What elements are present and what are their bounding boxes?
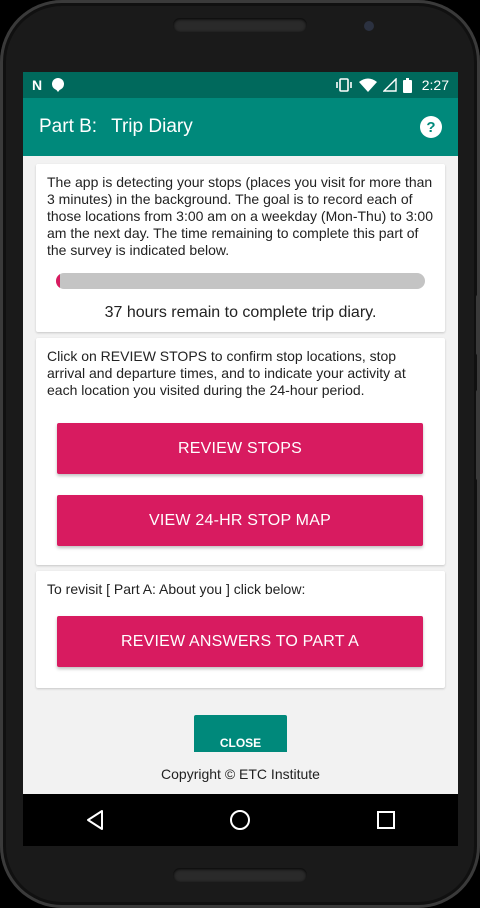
title-label: Trip Diary <box>111 116 193 137</box>
bottom-speaker <box>173 868 307 882</box>
earpiece <box>173 18 307 32</box>
screen: N 2:27 Part B: Trip Diary ? The app is d… <box>23 72 458 794</box>
part-a-card: To revisit [ Part A: About you ] click b… <box>36 571 445 688</box>
power-button <box>476 390 480 480</box>
review-stops-button[interactable]: REVIEW STOPS <box>57 423 423 474</box>
signal-icon <box>382 78 397 92</box>
trip-diary-card: The app is detecting your stops (places … <box>36 164 445 332</box>
svg-text:?: ? <box>426 119 435 136</box>
review-part-a-button[interactable]: REVIEW ANSWERS TO PART A <box>57 616 423 667</box>
view-stop-map-button[interactable]: VIEW 24-HR STOP MAP <box>57 495 423 546</box>
vibrate-icon <box>335 78 353 92</box>
close-button[interactable]: CLOSE <box>194 715 287 755</box>
front-camera <box>364 21 374 31</box>
part-label: Part B: <box>39 116 98 137</box>
help-icon[interactable]: ? <box>420 116 442 138</box>
remaining-text: 37 hours remain to complete trip diary. <box>104 304 377 321</box>
recents-icon[interactable] <box>376 810 396 830</box>
app-bar: Part B: Trip Diary ? <box>23 98 458 156</box>
stops-card: Click on REVIEW STOPS to confirm stop lo… <box>36 338 445 565</box>
page-title: Part B: Trip Diary <box>39 116 193 138</box>
progress-bar <box>56 273 425 289</box>
battery-icon <box>402 77 412 93</box>
home-icon[interactable] <box>229 809 251 831</box>
phone-frame: N 2:27 Part B: Trip Diary ? The app is d… <box>0 0 480 908</box>
diary-description: The app is detecting your stops (places … <box>47 174 433 258</box>
stops-description: Click on REVIEW STOPS to confirm stop lo… <box>47 348 406 398</box>
content: The app is detecting your stops (places … <box>23 156 458 688</box>
volume-button <box>476 295 480 355</box>
location-icon <box>51 78 65 92</box>
wifi-icon <box>358 78 377 92</box>
back-icon[interactable] <box>85 809 105 831</box>
status-bar: N 2:27 <box>23 72 458 98</box>
part-a-description: To revisit [ Part A: About you ] click b… <box>47 581 306 597</box>
progress-fill <box>56 273 61 289</box>
copyright-footer: Copyright © ETC Institute <box>23 752 458 794</box>
navigation-bar <box>23 794 458 846</box>
clock: 2:27 <box>421 77 449 93</box>
n-icon: N <box>32 77 43 93</box>
